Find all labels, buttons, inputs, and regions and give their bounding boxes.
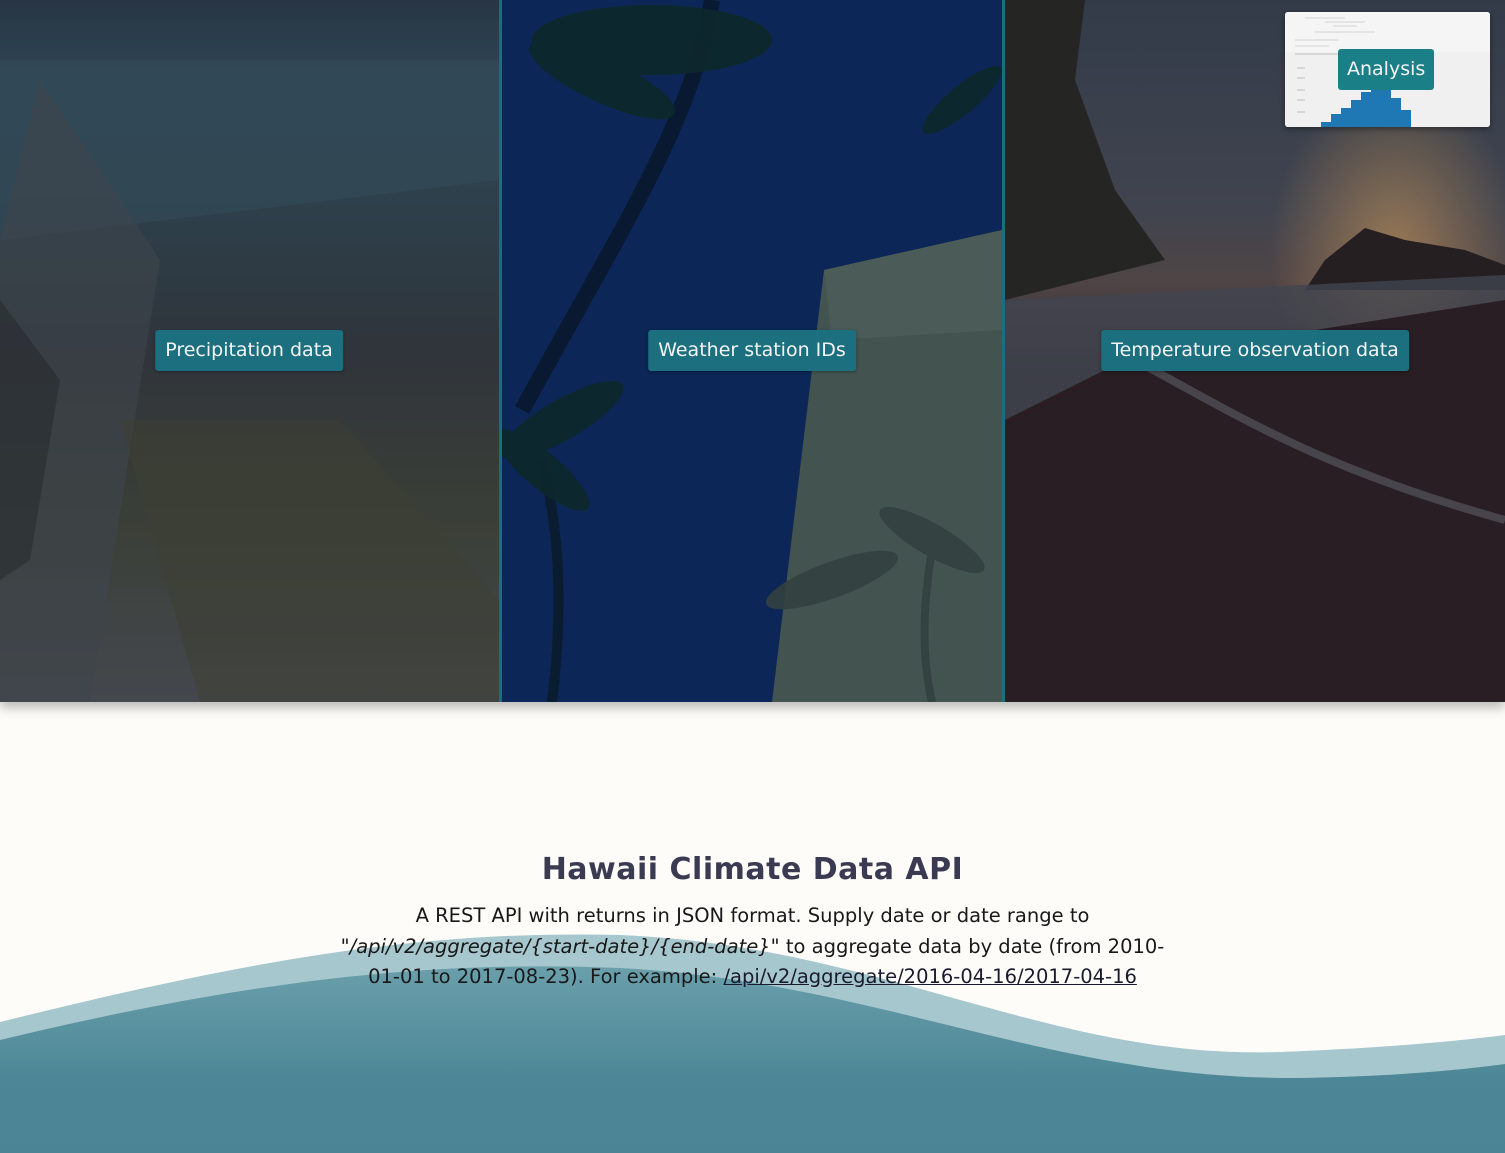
hero-banner: Precipitation data Weather station IDs T…	[0, 0, 1505, 702]
api-intro-section: Hawaii Climate Data API A REST API with …	[340, 852, 1165, 993]
description-text: A REST API with returns in JSON format. …	[415, 904, 1090, 927]
weather-station-ids-link[interactable]: Weather station IDs	[648, 330, 856, 371]
api-description: A REST API with returns in JSON format. …	[340, 901, 1165, 993]
stations-panel[interactable]: Weather station IDs	[499, 0, 1005, 702]
page-title: Hawaii Climate Data API	[541, 852, 964, 887]
precipitation-panel[interactable]: Precipitation data	[0, 0, 499, 702]
endpoint-pattern: "/api/v2/aggregate/{start-date}/{end-dat…	[340, 934, 780, 958]
example-link[interactable]: /api/v2/aggregate/2016-04-16/2017-04-16	[723, 965, 1136, 988]
analysis-link[interactable]: Analysis	[1338, 49, 1435, 90]
temperature-observation-data-link[interactable]: Temperature observation data	[1101, 330, 1409, 371]
analysis-thumbnail[interactable]: Analysis	[1285, 12, 1490, 127]
precipitation-data-link[interactable]: Precipitation data	[155, 330, 343, 371]
